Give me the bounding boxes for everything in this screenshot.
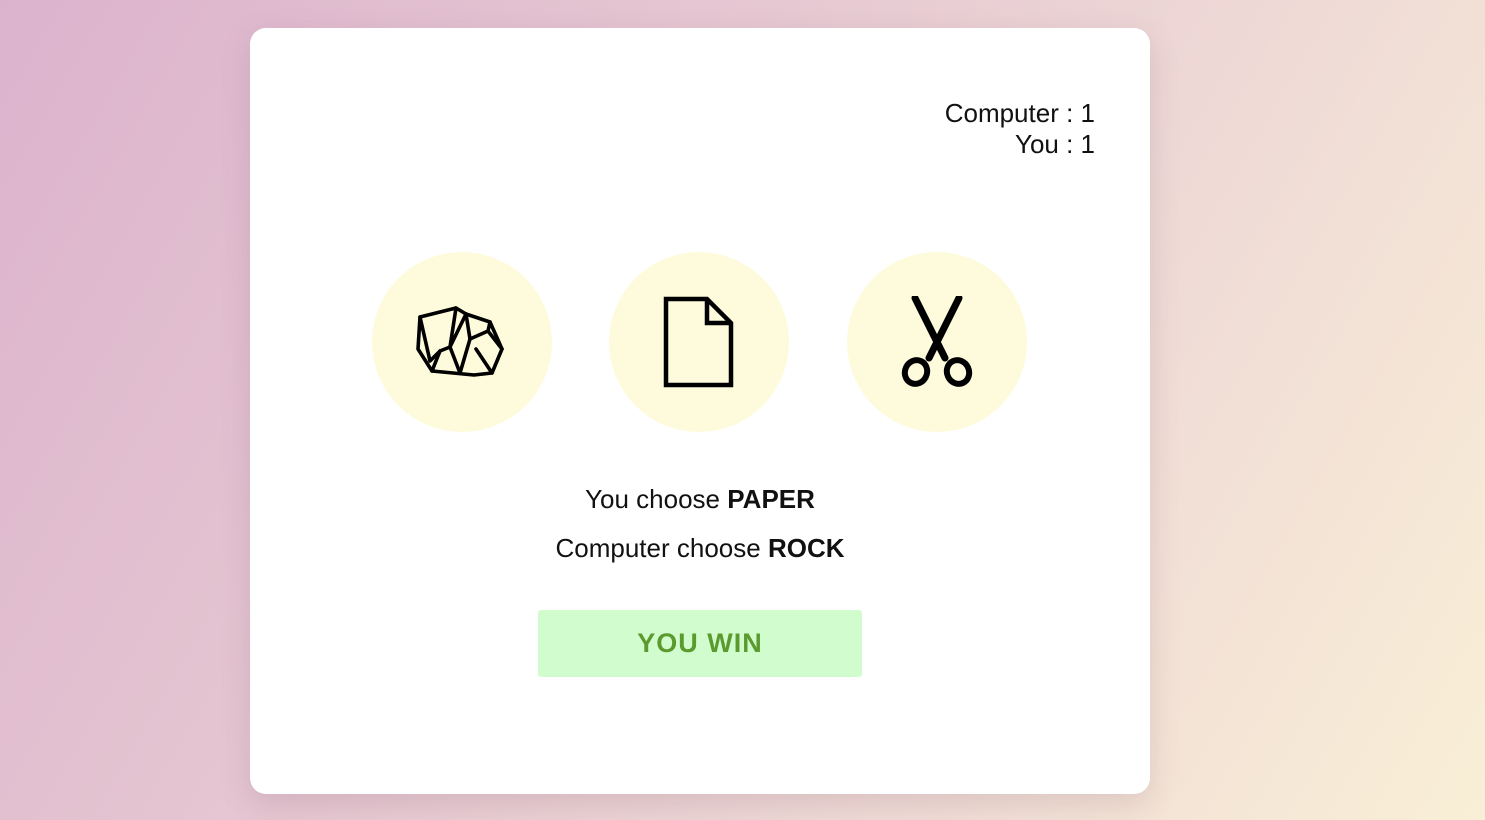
rock-icon bbox=[416, 306, 504, 377]
computer-choice-prefix: Computer choose bbox=[555, 533, 761, 563]
paper-button[interactable] bbox=[609, 252, 789, 432]
rock-button[interactable] bbox=[372, 252, 552, 432]
computer-score-value: 1 bbox=[1080, 98, 1095, 128]
scoreboard: Computer : 1 You : 1 bbox=[945, 98, 1095, 160]
player-choice-prefix: You choose bbox=[585, 484, 721, 514]
player-score-line: You : 1 bbox=[1014, 129, 1095, 159]
player-choice-text: You choose PAPER bbox=[250, 484, 1150, 515]
player-score-value: 1 bbox=[1080, 129, 1095, 159]
computer-score-line: Computer : 1 bbox=[944, 98, 1095, 128]
player-choice-value: PAPER bbox=[727, 484, 815, 514]
outcome-badge: YOU WIN bbox=[538, 610, 862, 677]
scissors-button[interactable] bbox=[847, 252, 1027, 432]
scissors-icon bbox=[901, 296, 973, 387]
computer-choice-text: Computer choose ROCK bbox=[250, 533, 1150, 564]
choice-buttons bbox=[372, 252, 1032, 432]
paper-icon bbox=[663, 296, 734, 388]
player-score-label: You bbox=[1014, 129, 1059, 159]
computer-score-label: Computer bbox=[944, 98, 1059, 128]
computer-choice-value: ROCK bbox=[767, 533, 845, 563]
game-card: Computer : 1 You : 1 You choose PAPER Co… bbox=[250, 28, 1150, 794]
